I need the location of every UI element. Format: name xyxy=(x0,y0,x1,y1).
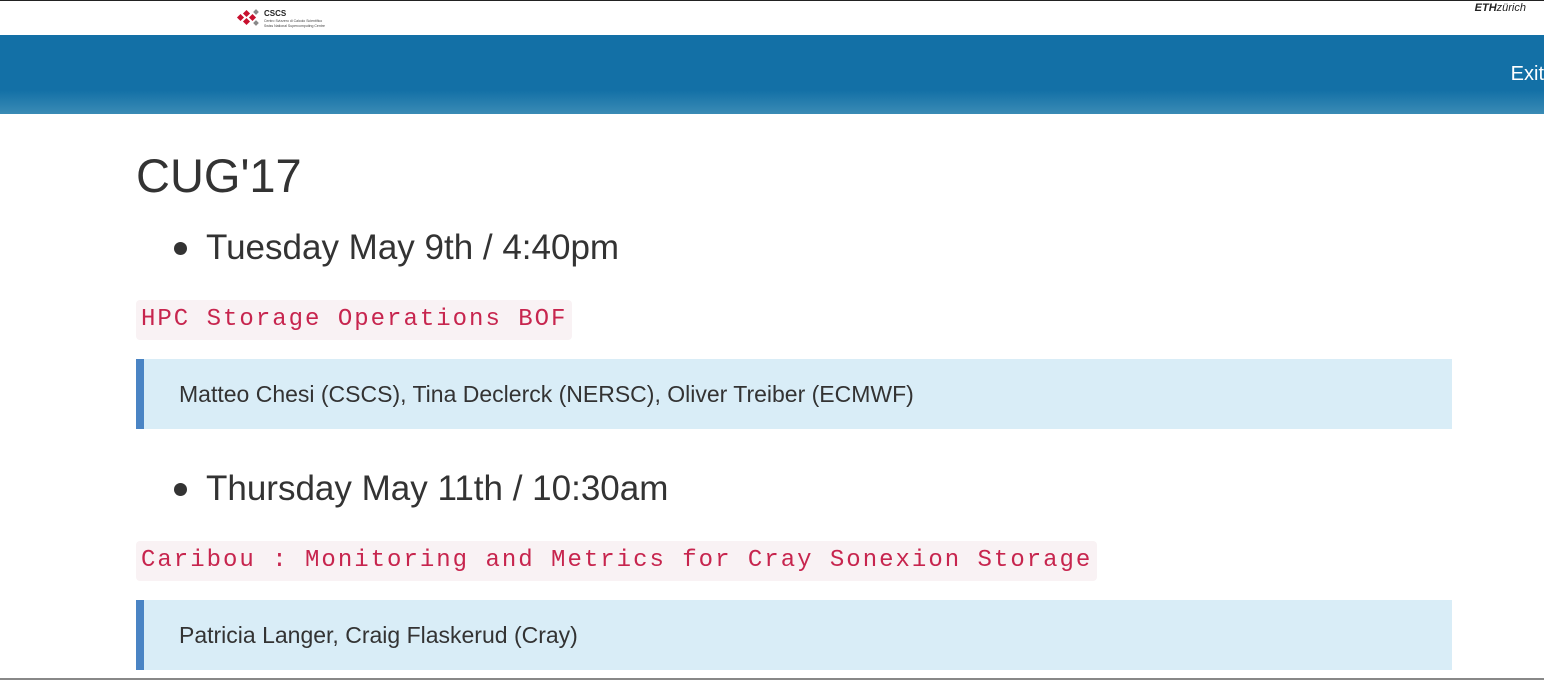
bullet-icon xyxy=(174,242,187,255)
cscs-logo-line2: Swiss National Supercomputing Centre xyxy=(264,24,325,28)
cscs-logo[interactable]: CSCS Centro Svizzero di Calcolo Scientif… xyxy=(236,7,356,31)
talk-title: HPC Storage Operations BOF xyxy=(136,300,573,340)
eth-zurich-logo[interactable]: ETHzürich xyxy=(1475,2,1526,14)
cscs-logo-name: CSCS xyxy=(264,9,287,18)
session-date-text: Tuesday May 9th / 4:40pm xyxy=(206,228,620,267)
session-date-list: Thursday May 11th / 10:30am xyxy=(136,467,1452,511)
exit-link[interactable]: Exit xyxy=(1511,63,1544,86)
top-logo-bar: CSCS Centro Svizzero di Calcolo Scientif… xyxy=(0,0,1544,35)
cscs-logo-icon xyxy=(236,9,259,26)
navbar: Exit xyxy=(0,35,1544,114)
cscs-logo-line1: Centro Svizzero di Calcolo Scientifico xyxy=(264,19,323,23)
session-date-list: Tuesday May 9th / 4:40pm xyxy=(136,226,1452,270)
eth-logo-italic: zürich xyxy=(1496,2,1526,14)
page-title: CUG'17 xyxy=(136,149,302,202)
talk-title: Caribou : Monitoring and Metrics for Cra… xyxy=(136,541,1098,581)
session-date-text: Thursday May 11th / 10:30am xyxy=(206,469,669,508)
session-date: Thursday May 11th / 10:30am xyxy=(136,467,1452,511)
speakers-blockquote: Matteo Chesi (CSCS), Tina Declerck (NERS… xyxy=(136,359,1452,429)
session-date: Tuesday May 9th / 4:40pm xyxy=(136,226,1452,270)
bullet-icon xyxy=(174,483,187,496)
speakers-blockquote: Patricia Langer, Craig Flaskerud (Cray) xyxy=(136,600,1452,670)
eth-logo-bold: ETH xyxy=(1474,2,1497,14)
